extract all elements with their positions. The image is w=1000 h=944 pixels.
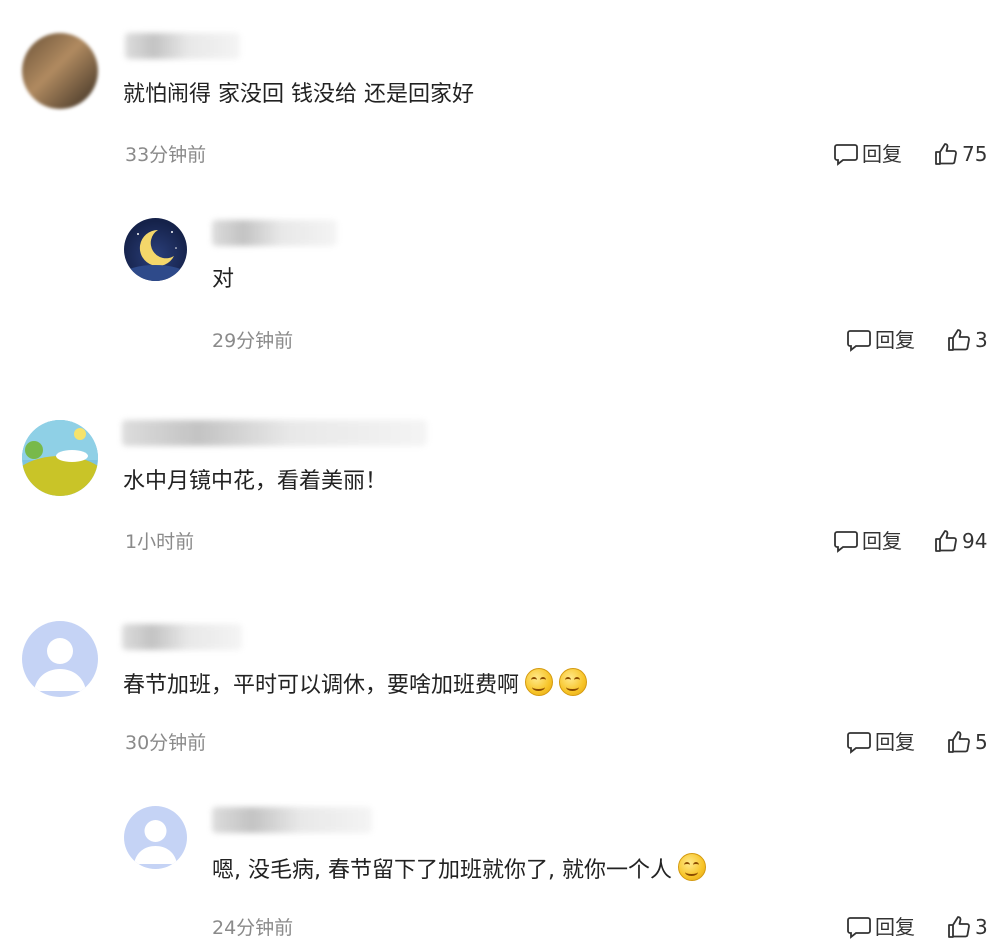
comment-time: 24分钟前	[212, 917, 294, 939]
comment-bubble-icon	[834, 531, 858, 553]
like-button[interactable]: 75	[933, 140, 987, 168]
comment-text: 对	[212, 267, 235, 292]
like-button[interactable]: 94	[933, 527, 987, 555]
comment-text: 嗯, 没毛病, 春节留下了加班就你了, 就你一个人	[212, 853, 706, 886]
comment-text-content: 嗯, 没毛病, 春节留下了加班就你了, 就你一个人	[212, 858, 672, 883]
like-count: 75	[962, 142, 988, 166]
reply-label: 回复	[862, 529, 902, 553]
user-silhouette-icon	[34, 638, 86, 691]
comment-text-content: 春节加班，平时可以调休，要啥加班费啊	[123, 673, 520, 698]
reply-button[interactable]: 回复	[846, 728, 915, 756]
comment-bubble-icon	[847, 732, 871, 754]
like-count: 94	[962, 529, 988, 553]
comment-time: 33分钟前	[125, 144, 207, 166]
reply-button[interactable]: 回复	[833, 527, 902, 555]
comment-text: 水中月镜中花，看着美丽！	[123, 469, 388, 494]
smiley-emoji-icon	[525, 668, 554, 696]
user-silhouette-icon	[134, 820, 177, 864]
like-button[interactable]: 3	[946, 326, 988, 354]
landscape-icon	[22, 420, 98, 496]
thumbs-up-icon	[935, 143, 957, 165]
comment-bubble-icon	[847, 917, 871, 939]
reply-label: 回复	[875, 915, 915, 939]
reply-button[interactable]: 回复	[833, 140, 902, 168]
comment-time: 1小时前	[125, 531, 195, 553]
username-blurred[interactable]	[122, 420, 427, 446]
username-blurred[interactable]	[122, 624, 242, 650]
thumbs-up-icon	[948, 329, 970, 351]
username-blurred[interactable]	[212, 807, 372, 833]
username-blurred[interactable]	[212, 220, 337, 246]
smiley-emoji-icon	[677, 853, 706, 881]
like-count: 5	[975, 730, 988, 754]
comment-bubble-icon	[847, 330, 871, 352]
like-button[interactable]: 3	[946, 913, 988, 941]
smiley-emoji-icon	[559, 668, 588, 696]
comment-bubble-icon	[834, 144, 858, 166]
moon-icon	[125, 229, 185, 281]
default-avatar[interactable]	[124, 806, 187, 869]
like-count: 3	[975, 328, 988, 352]
default-avatar[interactable]	[22, 621, 98, 697]
thumbs-up-icon	[948, 916, 970, 938]
comment-text: 春节加班，平时可以调休，要啥加班费啊	[123, 668, 588, 701]
like-button[interactable]: 5	[946, 728, 988, 756]
like-count: 3	[975, 915, 988, 939]
comment-time: 29分钟前	[212, 330, 294, 352]
avatar[interactable]	[124, 218, 187, 281]
reply-label: 回复	[875, 328, 915, 352]
thumbs-up-icon	[935, 530, 957, 552]
reply-button[interactable]: 回复	[846, 913, 915, 941]
comment-time: 30分钟前	[125, 732, 207, 754]
avatar[interactable]	[22, 33, 98, 109]
reply-label: 回复	[862, 142, 902, 166]
username-blurred[interactable]	[125, 33, 240, 59]
thumbs-up-icon	[948, 731, 970, 753]
comment-text: 就怕闹得 家没回 钱没给 还是回家好	[123, 82, 474, 107]
reply-button[interactable]: 回复	[846, 326, 915, 354]
avatar[interactable]	[22, 420, 98, 496]
reply-label: 回复	[875, 730, 915, 754]
